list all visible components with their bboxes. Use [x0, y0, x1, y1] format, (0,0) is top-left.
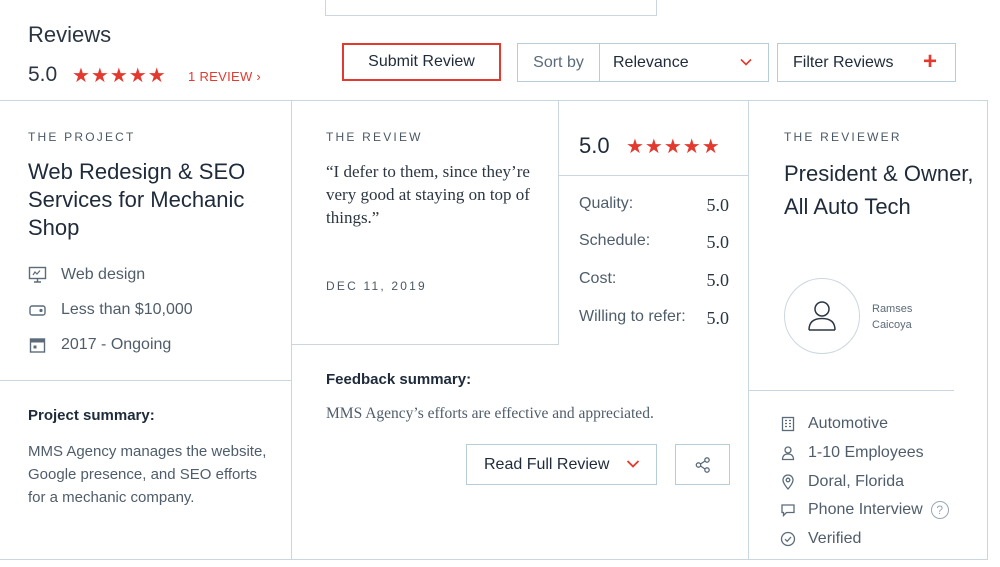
avatar	[784, 278, 860, 354]
score-value: 5.0	[706, 308, 730, 328]
divider	[291, 100, 292, 560]
score-value: 5.0	[706, 195, 730, 215]
location-text: Doral, Florida	[808, 473, 905, 490]
employees-text: 1-10 Employees	[808, 444, 924, 461]
price-tag-icon	[29, 305, 46, 316]
divider	[559, 175, 748, 176]
score-label: Schedule:	[579, 232, 651, 249]
score-row-schedule: Schedule: 5.0	[579, 232, 729, 253]
review-stars: ★★★★★	[626, 136, 721, 158]
share-button[interactable]	[675, 444, 730, 485]
reviewer-employees: 1-10 Employees	[780, 444, 924, 462]
chevron-down-icon	[740, 58, 752, 66]
review-count-link[interactable]: 1 REVIEW ›	[188, 69, 261, 84]
divider	[292, 344, 558, 345]
score-value: 5.0	[706, 270, 730, 290]
reviewer-section-label: THE REVIEWER	[784, 130, 902, 144]
project-service: Web design	[28, 266, 145, 284]
share-icon	[695, 456, 710, 473]
verified-text: Verified	[808, 530, 862, 547]
calendar-icon	[29, 338, 46, 353]
score-label: Cost:	[579, 270, 617, 287]
check-circle-icon	[780, 531, 796, 547]
review-overall-rating: 5.0	[579, 133, 610, 158]
score-value: 5.0	[706, 232, 730, 252]
divider	[558, 100, 559, 345]
top-panel-edge	[325, 0, 657, 16]
user-icon	[808, 301, 836, 331]
project-summary-label: Project summary:	[28, 407, 155, 424]
review-quote: “I defer to them, since they’re very goo…	[326, 162, 530, 227]
score-label: Quality:	[579, 195, 634, 212]
chat-bubble-icon	[781, 504, 795, 518]
overall-rating: 5.0	[28, 63, 58, 86]
plus-icon: +	[923, 48, 938, 75]
service-text: Web design	[61, 266, 146, 283]
score-label: Willing to refer:	[579, 308, 686, 325]
sort-by-label: Sort by	[517, 43, 599, 82]
review-date: DEC 11, 2019	[326, 279, 427, 293]
reviewer-name: Ramses Caicoya	[872, 301, 942, 333]
divider	[0, 380, 291, 381]
project-section-label: THE PROJECT	[28, 130, 136, 144]
score-row-cost: Cost: 5.0	[579, 270, 729, 291]
reviewer-first-name: Ramses	[872, 303, 913, 315]
review-section-label: THE REVIEW	[326, 130, 423, 144]
reviewer-verified: Verified	[780, 530, 861, 548]
read-full-review-label: Read Full Review	[484, 455, 610, 473]
reviewer-title: President & Owner, All Auto Tech	[784, 161, 974, 219]
page-title: Reviews	[28, 22, 112, 47]
score-row-willing-to-refer: Willing to refer: 5.0	[579, 308, 729, 329]
reviewer-interview: Phone Interview ?	[780, 501, 949, 519]
filter-reviews-label: Filter Reviews	[793, 53, 894, 71]
feedback-summary-text: MMS Agency’s efforts are effective and a…	[326, 405, 654, 422]
monitor-icon	[28, 266, 47, 283]
chevron-down-icon	[626, 460, 640, 468]
rating-stars: ★★★★★	[72, 65, 167, 87]
map-pin-icon	[782, 474, 794, 490]
interview-text: Phone Interview	[808, 501, 923, 518]
reviewer-industry: Automotive	[780, 415, 888, 433]
project-summary-text: MMS Agency manages the website, Google p…	[28, 443, 267, 506]
building-icon	[781, 416, 795, 432]
reviewer-last-name: Caicoya	[872, 319, 912, 331]
submit-review-button[interactable]: Submit Review	[342, 43, 501, 81]
industry-text: Automotive	[808, 415, 889, 432]
dates-text: 2017 - Ongoing	[61, 336, 172, 353]
project-dates: 2017 - Ongoing	[28, 336, 171, 354]
help-icon[interactable]: ?	[930, 501, 949, 519]
project-title: Web Redesign & SEO Services for Mechanic…	[28, 159, 246, 240]
user-icon	[781, 446, 795, 461]
divider	[749, 390, 954, 391]
divider	[748, 100, 749, 560]
project-budget: Less than $10,000	[28, 301, 193, 319]
score-row-quality: Quality: 5.0	[579, 195, 729, 216]
sort-select-value: Relevance	[613, 53, 689, 71]
feedback-summary-label: Feedback summary:	[326, 371, 472, 388]
budget-text: Less than $10,000	[61, 301, 193, 318]
reviewer-location: Doral, Florida	[780, 473, 904, 491]
